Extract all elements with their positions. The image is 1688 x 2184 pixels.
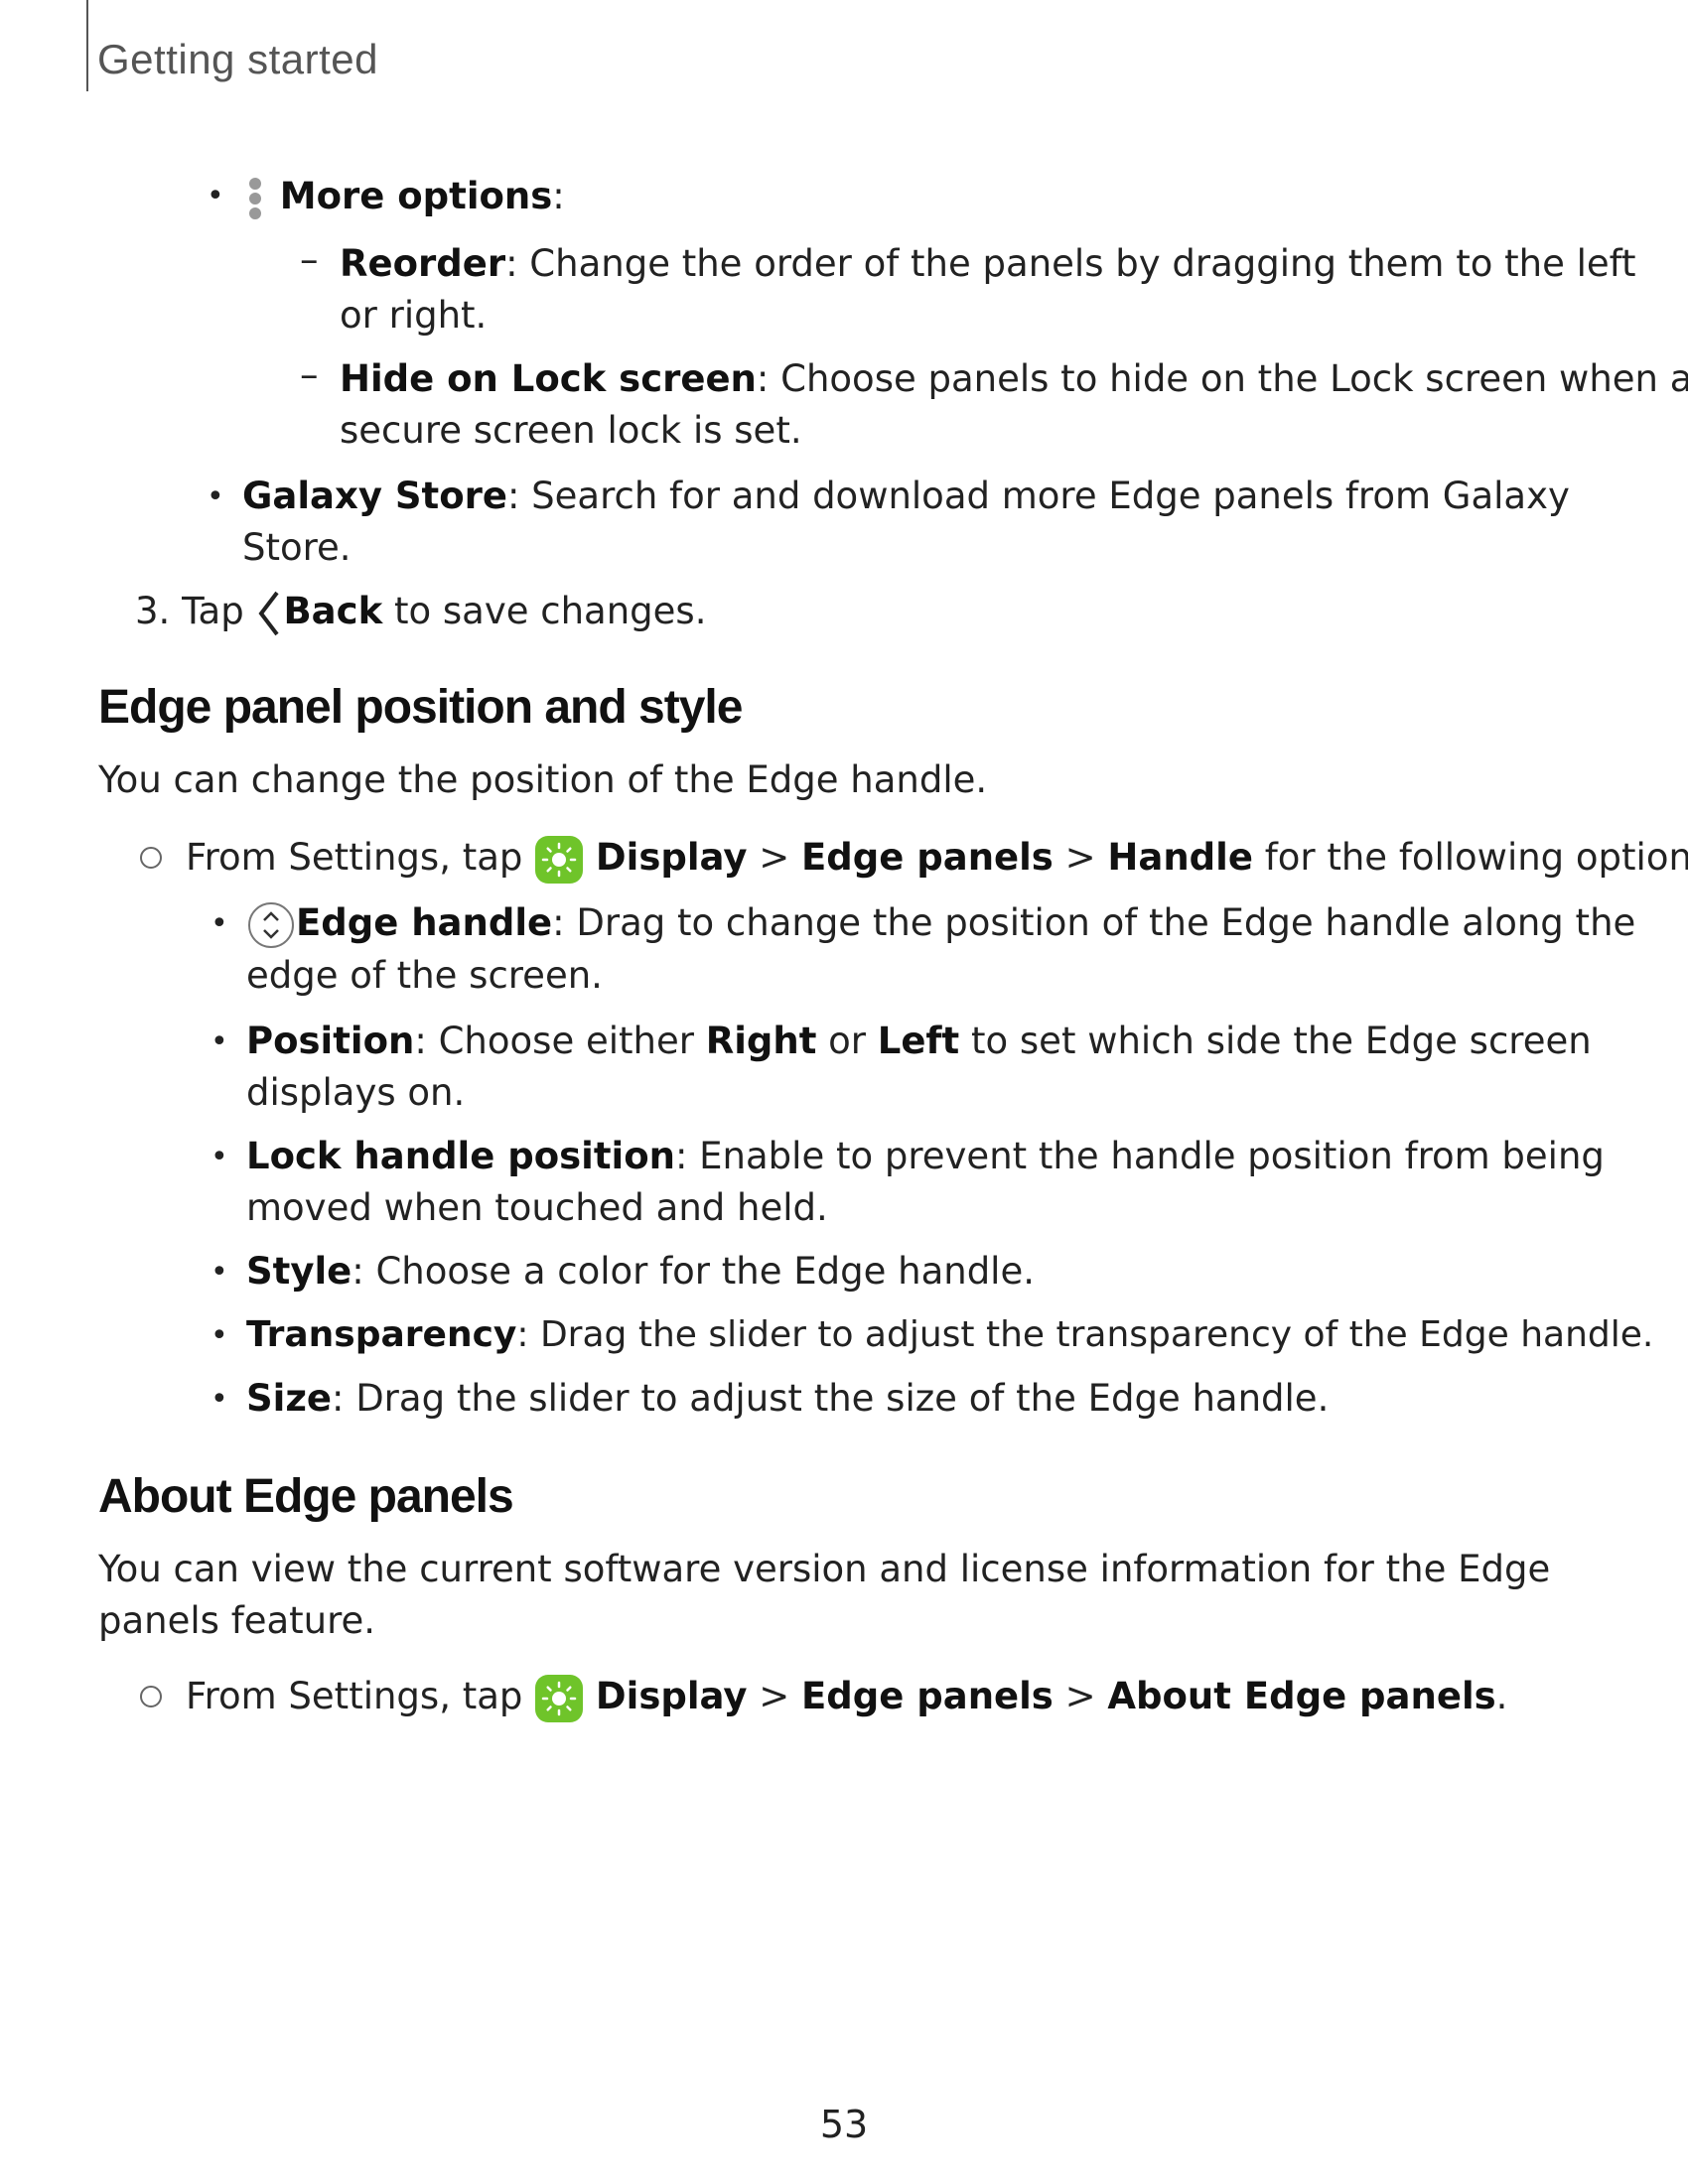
bullet: • — [211, 1140, 228, 1174]
dash: – — [300, 353, 319, 396]
instruction-position: From Settings, tap Display > Edge panels… — [186, 832, 1688, 885]
reorder-item: Reorder: Change the order of the panels … — [340, 242, 1636, 337]
bullet: • — [207, 479, 224, 514]
display-settings-icon — [535, 835, 584, 884]
option-size: Size: Drag the slider to adjust the size… — [246, 1377, 1330, 1420]
more-options-label: More options — [279, 175, 553, 217]
circle-marker — [140, 1686, 162, 1707]
instruction-about: From Settings, tap Display > Edge panels… — [186, 1671, 1507, 1723]
heading-about-edge-panels: About Edge panels — [98, 1470, 514, 1523]
intro-position: You can change the position of the Edge … — [98, 758, 988, 801]
bullet: • — [207, 179, 224, 213]
galaxy-store-item: Galaxy Store: Search for and download mo… — [242, 475, 1570, 569]
bullet: • — [211, 1255, 228, 1290]
bullet: • — [211, 906, 228, 941]
edge-handle-icon — [248, 901, 294, 948]
dash: – — [300, 238, 319, 281]
option-lock-handle-position: Lock handle position: Enable to prevent … — [246, 1135, 1605, 1229]
bullet: • — [211, 1382, 228, 1417]
step-3: 3. Tap Back to save changes. — [135, 586, 706, 638]
more-options-icon — [249, 177, 261, 219]
header-rule — [86, 0, 88, 91]
display-settings-icon — [535, 1674, 584, 1722]
section-label: Getting started — [97, 36, 378, 82]
bullet: • — [211, 1024, 228, 1059]
circle-marker — [140, 847, 162, 869]
page-number: 53 — [819, 2103, 869, 2146]
bullet: • — [211, 1318, 228, 1353]
option-transparency: Transparency: Drag the slider to adjust … — [246, 1314, 1654, 1355]
intro-about: You can view the current software versio… — [98, 1548, 1551, 1642]
heading-edge-panel-position: Edge panel position and style — [98, 681, 743, 734]
option-edge-handle: Edge handle: Drag to change the position… — [246, 901, 1636, 997]
more-options-item: More options: — [242, 171, 565, 223]
back-chevron-icon — [258, 591, 280, 635]
option-style: Style: Choose a color for the Edge handl… — [246, 1250, 1035, 1293]
hide-lock-screen-item: Hide on Lock screen: Choose panels to hi… — [340, 357, 1688, 452]
option-position: Position: Choose either Right or Left to… — [246, 1020, 1592, 1114]
